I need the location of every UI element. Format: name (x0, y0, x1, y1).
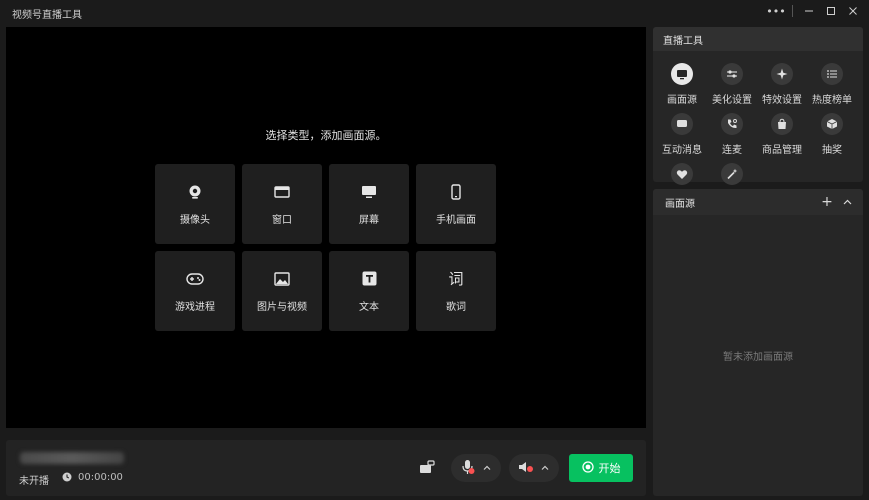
rotate-screen-button[interactable] (416, 457, 438, 479)
tile-label: 窗口 (272, 214, 292, 226)
speaker-muted-icon[interactable] (518, 460, 534, 477)
sources-empty-state: 暂未添加画面源 (723, 352, 793, 363)
tool-beauty-settings[interactable]: 美化设置 (707, 63, 757, 109)
tool-label: 画面源 (667, 95, 697, 106)
phone-call-icon (721, 113, 743, 135)
tool-label: 连麦 (722, 145, 742, 156)
rotate-icon (419, 459, 435, 477)
tile-label: 游戏进程 (175, 301, 215, 313)
window-controls: ••• (766, 2, 863, 20)
source-tile-camera[interactable]: 摄像头 (155, 164, 235, 244)
tile-label: 文本 (359, 301, 379, 313)
monitor-icon (360, 183, 378, 201)
panel-title: 直播工具 (653, 27, 863, 51)
microphone-muted-icon[interactable] (461, 459, 475, 478)
magic-icon (721, 163, 743, 185)
gamepad-icon (186, 270, 204, 288)
lyrics-icon: 词 (448, 270, 464, 288)
tool-interactive-messages[interactable]: 互动消息 (657, 113, 707, 159)
tool-label: 热度榜单 (812, 95, 852, 106)
source-tile-phone[interactable]: 手机画面 (416, 164, 496, 244)
tool-label: 商品管理 (762, 145, 802, 156)
add-source-prompt: 选择类型，添加画面源。 (265, 129, 387, 142)
tool-co-host[interactable]: 连麦 (707, 113, 757, 159)
list-icon (821, 63, 843, 85)
tile-label: 图片与视频 (257, 301, 307, 313)
live-tools-panel: 直播工具 画面源 美化设置 特效设置 热度榜单 互动消息 连麦 商品管理 抽奖 (653, 27, 863, 185)
chevron-up-icon[interactable] (482, 463, 492, 473)
preview-canvas: 选择类型，添加画面源。 摄像头 窗口 屏幕 手机画面 游戏进程 图片与视频 文本… (6, 27, 646, 428)
tool-label: 特效设置 (762, 95, 802, 106)
source-tile-screen[interactable]: 屏幕 (329, 164, 409, 244)
phone-icon (447, 183, 465, 201)
camera-icon (186, 183, 204, 201)
message-icon (671, 113, 693, 135)
tool-label: 互动消息 (662, 145, 702, 156)
live-duration: 00:00:00 (78, 472, 123, 483)
more-menu-icon[interactable]: ••• (766, 2, 786, 20)
source-tile-lyrics[interactable]: 词 歌词 (416, 251, 496, 331)
image-icon (273, 270, 291, 288)
source-tile-window[interactable]: 窗口 (242, 164, 322, 244)
live-status: 未开播 (19, 476, 49, 487)
sources-header: 画面源 + (653, 189, 863, 215)
sources-title: 画面源 (665, 198, 695, 210)
start-live-button[interactable]: 开始 (569, 454, 633, 482)
tool-label: 美化设置 (712, 95, 752, 106)
source-tile-image-video[interactable]: 图片与视频 (242, 251, 322, 331)
add-source-icon[interactable]: + (819, 194, 835, 210)
maximize-icon[interactable] (821, 2, 841, 20)
minimize-icon[interactable] (799, 2, 819, 20)
divider (792, 5, 793, 17)
tool-label: 抽奖 (822, 145, 842, 156)
source-tile-game[interactable]: 游戏进程 (155, 251, 235, 331)
tool-lottery[interactable]: 抽奖 (807, 113, 857, 159)
sliders-icon (721, 63, 743, 85)
screen-source-icon (671, 63, 693, 85)
source-type-grid: 摄像头 窗口 屏幕 手机画面 游戏进程 图片与视频 文本 词 歌词 (155, 164, 496, 331)
tile-label: 手机画面 (436, 214, 476, 226)
close-icon[interactable] (843, 2, 863, 20)
speaker-control[interactable] (509, 454, 559, 482)
screen-sources-panel: 画面源 + 暂未添加画面源 (653, 189, 863, 496)
account-name-blurred (20, 452, 124, 464)
tile-label: 摄像头 (180, 214, 210, 226)
chevron-up-icon[interactable] (540, 463, 550, 473)
heart-icon (671, 163, 693, 185)
source-tile-text[interactable]: 文本 (329, 251, 409, 331)
tool-grid: 画面源 美化设置 特效设置 热度榜单 互动消息 连麦 商品管理 抽奖 (657, 63, 857, 209)
chevron-up-icon[interactable] (839, 194, 855, 210)
tool-product-management[interactable]: 商品管理 (757, 113, 807, 159)
window-title: 视频号直播工具 (12, 10, 82, 21)
clock-icon (62, 472, 72, 482)
tool-effect-settings[interactable]: 特效设置 (757, 63, 807, 109)
window-icon (273, 183, 291, 201)
tool-screen-source[interactable]: 画面源 (657, 63, 707, 109)
title-bar: 视频号直播工具 ••• (0, 0, 869, 24)
tool-popularity-ranking[interactable]: 热度榜单 (807, 63, 857, 109)
shopping-bag-icon (771, 113, 793, 135)
record-icon (581, 460, 594, 476)
bottom-control-bar: 未开播 00:00:00 开始 (6, 440, 646, 496)
gift-box-icon (821, 113, 843, 135)
tile-label: 歌词 (446, 301, 466, 313)
text-icon (360, 270, 378, 288)
microphone-control[interactable] (451, 454, 501, 482)
sparkle-icon (771, 63, 793, 85)
start-label: 开始 (598, 462, 621, 475)
tile-label: 屏幕 (359, 214, 379, 226)
